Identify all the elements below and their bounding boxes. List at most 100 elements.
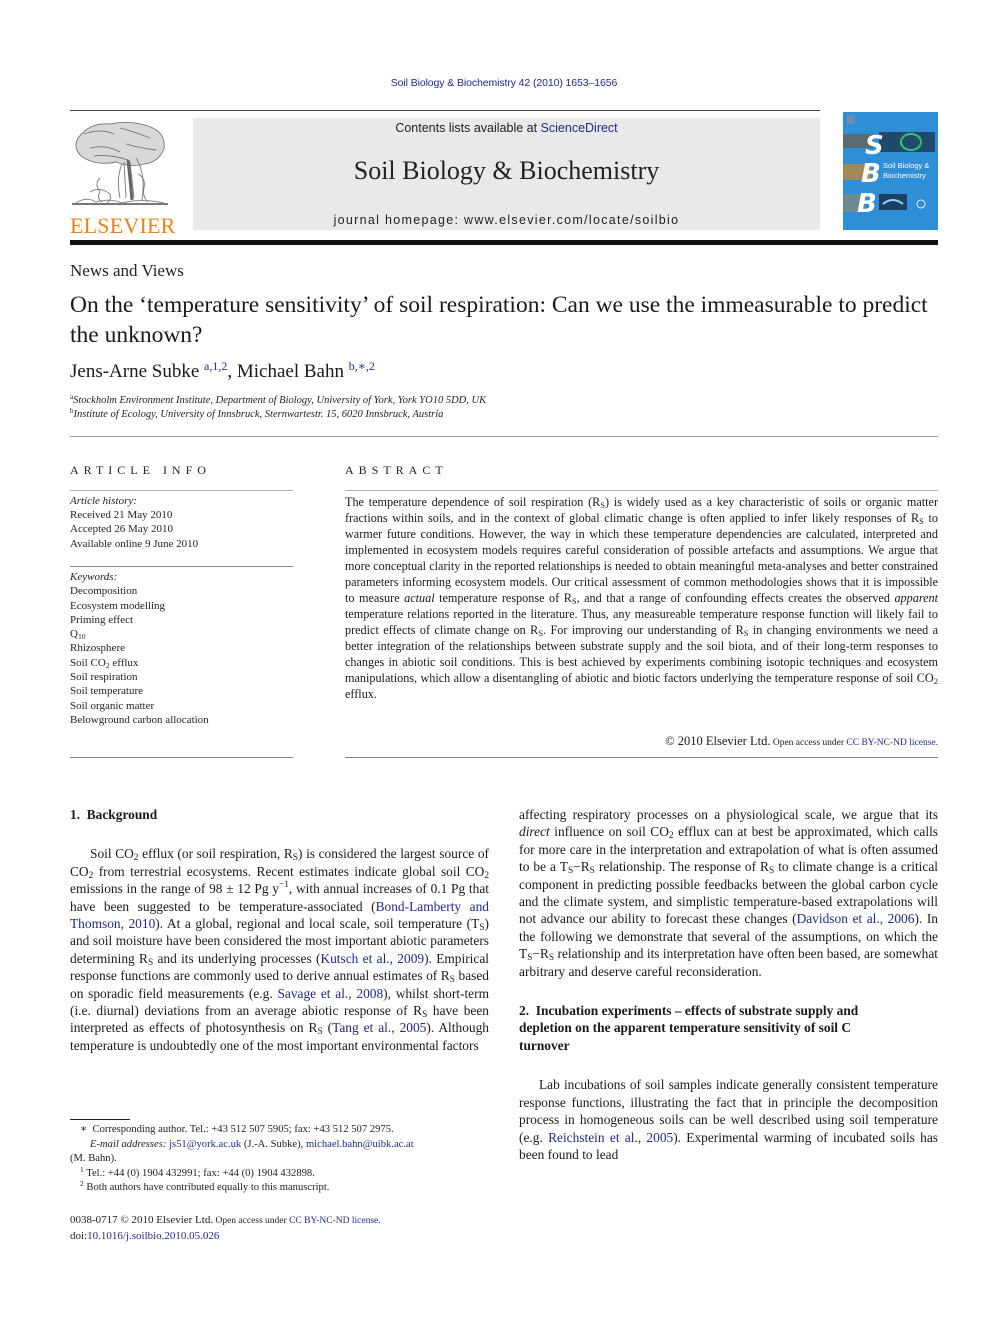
open-access-text: Open access under (770, 738, 847, 748)
author-marks[interactable]: a,1,2 (204, 359, 227, 373)
text: −R (573, 859, 590, 875)
journal-title: Soil Biology & Biochemistry (353, 156, 660, 185)
journal-homepage[interactable]: journal homepage: www.elsevier.com/locat… (193, 213, 820, 227)
keyword: Rhizosphere (70, 642, 125, 655)
keyword: Ecosystem modelling (70, 599, 166, 612)
text: −R (532, 946, 549, 962)
divider (70, 490, 293, 491)
footnote-email-owner: (M. Bahn). (70, 1153, 117, 1164)
citation-link[interactable]: Tang et al., 2005 (332, 1020, 426, 1035)
doi-prefix: doi: (70, 1229, 88, 1242)
author-name[interactable]: Michael Bahn (237, 361, 344, 382)
text: ). At a global, regional and local scale… (155, 916, 480, 932)
section-type: News and Views (70, 261, 184, 280)
issn-text: 0038-0717 © 2010 Elsevier Ltd. (70, 1214, 214, 1226)
affiliation-text: Institute of Ecology, University of Inns… (73, 409, 444, 420)
cover-title-1: Soil Biology & (883, 161, 929, 170)
footnote-2: 2 Both authors have contributed equally … (70, 1179, 489, 1196)
citation-link[interactable]: Kutsch et al., 2009 (320, 951, 424, 966)
abstract-copyright: © 2010 Elsevier Ltd. Open access under C… (345, 734, 938, 749)
abstract-fragment: . For improving our understanding of R (543, 623, 744, 637)
keywords-label: Keywords: (70, 571, 118, 583)
section-heading: 1. Background (70, 807, 158, 822)
body-column-right: affecting respiratory processes on a phy… (519, 806, 938, 1163)
keyword: Priming effect (70, 613, 134, 626)
keyword-text: Q (70, 628, 78, 641)
paragraph: Lab incubations of soil samples indicate… (519, 1076, 938, 1163)
keyword-text: Soil CO (70, 656, 106, 669)
history-received: Received 21 May 2010 (70, 509, 173, 522)
affiliation-text: Stockholm Environment Institute, Departm… (73, 395, 487, 406)
footnote-1: 1 Tel.: +44 (0) 1904 432991; fax: +44 (0… (70, 1165, 489, 1182)
elsevier-logo[interactable]: ELSEVIER (70, 118, 176, 238)
email-owner: (J.-A. Subke), (241, 1138, 306, 1150)
emphasis: apparent (894, 591, 938, 605)
article-history-label: Article history: (70, 495, 137, 507)
body-column-left: 1. Background Soil CO 2 efflux (or soil r… (70, 806, 489, 1054)
issn-doi-block: 0038-0717 © 2010 Elsevier Ltd. Open acce… (70, 1213, 381, 1243)
keyword: Decomposition (70, 585, 138, 598)
paragraph: Soil CO 2 efflux (or soil respiration, R S… (70, 845, 489, 1054)
abstract-text: The temperature dependence of soil respi… (345, 494, 938, 702)
contents-prefix: Contents lists available at (395, 121, 541, 135)
history-online: Available online 9 June 2010 (70, 537, 199, 550)
affiliation-a: aStockholm Environment Institute, Depart… (70, 394, 487, 407)
journal-cover-art: S B B Soil Biology & Biochemistry (843, 112, 938, 230)
copyright-text: © 2010 Elsevier Ltd. (665, 734, 771, 748)
keyword: Soil organic matter (70, 699, 155, 712)
email-link[interactable]: js51@york.ac.uk (169, 1139, 241, 1150)
citation-link[interactable]: Davidson et al., 2006 (797, 911, 915, 926)
superscript: −1 (278, 880, 289, 891)
affiliation-b: bInstitute of Ecology, University of Inn… (70, 408, 444, 421)
text: from terrestrial ecosystems. Recent esti… (93, 863, 485, 879)
article-history: Article history: Received 21 May 2010 Ac… (70, 494, 198, 551)
cover-title-2: Biochemistry (883, 171, 926, 180)
sciencedirect-link[interactable]: ScienceDirect (541, 121, 618, 135)
footnote-mark: 2 (80, 1179, 84, 1188)
subscript: 2 (484, 870, 489, 881)
keyword: Soil CO2 efflux (70, 656, 209, 670)
keyword: Belowground carbon allocation (70, 713, 209, 726)
elsevier-wordmark: ELSEVIER (70, 213, 176, 238)
open-access-text: Open access under (213, 1216, 290, 1226)
abstract-fragment: The temperature dependence of soil respi… (345, 495, 601, 509)
footnote-text: Both authors have contributed equally to… (86, 1182, 330, 1193)
footnote-corresponding: ∗ Corresponding author. Tel.: +43 512 50… (80, 1124, 394, 1135)
text: and its underlying processes ( (153, 950, 321, 966)
article-info-heading: ARTICLE INFO (70, 463, 211, 477)
text: relationship and its interpretation have… (519, 946, 938, 979)
email-link[interactable]: michael.bahn@uibk.ac.at (306, 1139, 414, 1150)
masthead-thick-rule (70, 240, 938, 245)
history-accepted: Accepted 26 May 2010 (70, 523, 173, 536)
emphasis: actual (404, 591, 435, 605)
subscript: 2 (933, 676, 938, 686)
footnote-rule (70, 1119, 130, 1120)
keyword: Soil respiration (70, 671, 138, 684)
doi-link[interactable]: 10.1016/j.soilbio.2010.05.026 (87, 1230, 219, 1242)
running-head[interactable]: Soil Biology & Biochemistry 42 (2010) 16… (0, 77, 992, 89)
divider (345, 490, 938, 491)
journal-cover-thumbnail[interactable]: S B B Soil Biology & Biochemistry (843, 112, 938, 230)
paragraph: affecting respiratory processes on a phy… (519, 806, 938, 980)
author-separator: , (227, 361, 237, 382)
license-link[interactable]: CC BY-NC-ND license. (289, 1216, 381, 1226)
text: Soil CO (90, 846, 134, 862)
license-link[interactable]: CC BY-NC-ND license. (846, 738, 938, 748)
issn-line: 0038-0717 © 2010 Elsevier Ltd. Open acce… (70, 1213, 381, 1229)
citation-link[interactable]: Savage et al., 2008 (277, 986, 383, 1001)
text: efflux (or soil respiration, R (138, 846, 293, 862)
citation-link[interactable]: Reichstein et al., 2005 (548, 1130, 673, 1145)
abstract-fragment: temperature response of R (434, 591, 572, 605)
author-name[interactable]: Jens-Arne Subke (70, 361, 199, 382)
doi-line: doi:10.1016/j.soilbio.2010.05.026 (70, 1229, 381, 1244)
keywords: Keywords: Decomposition Ecosystem modell… (70, 570, 209, 727)
top-rule (70, 110, 820, 111)
text: ( (322, 1020, 333, 1036)
footnote-emails: E-mail addresses: js51@york.ac.uk (J.-A.… (70, 1138, 489, 1153)
text: affecting respiratory processes on a phy… (519, 807, 938, 822)
author-list: Jens-Arne Subke a,1,2, Michael Bahn b,∗,… (70, 359, 375, 383)
divider (70, 757, 293, 758)
author-marks[interactable]: b,∗,2 (349, 359, 375, 373)
